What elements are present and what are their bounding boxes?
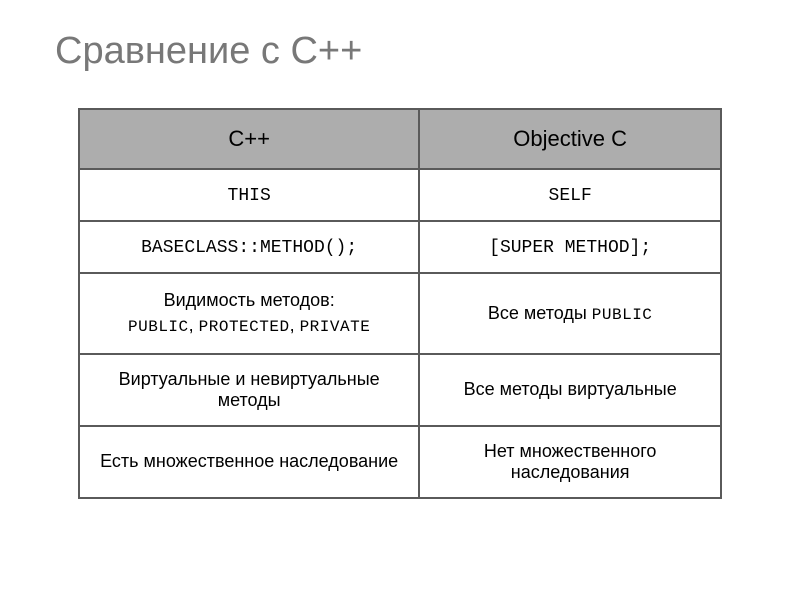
cell-all-public: Все методы PUBLIC [419,273,721,354]
keyword-protected: PROTECTED [199,318,290,336]
cell-virtual-methods: Виртуальные и невиртуальные методы [79,354,419,426]
keyword-public: PUBLIC [128,318,189,336]
cell-visibility: Видимость методов: PUBLIC, PROTECTED, PR… [79,273,419,354]
table-row: Есть множественное наследование Нет множ… [79,426,721,498]
cell-no-multiple-inheritance: Нет множественного наследования [419,426,721,498]
cell-text: Есть множественное наследование [100,451,398,471]
keyword-private: PRIVATE [300,318,371,336]
cell-this: THIS [79,169,419,221]
header-col2: Objective C [419,109,721,169]
table-header-row: C++ Objective C [79,109,721,169]
table-row: Видимость методов: PUBLIC, PROTECTED, PR… [79,273,721,354]
cell-text: Все методы виртуальные [464,379,677,399]
code-text: THIS [228,186,271,206]
table-row: Виртуальные и невиртуальные методы Все м… [79,354,721,426]
code-text: BASECLASS::METHOD(); [141,238,357,258]
visibility-label: Видимость методов: [164,290,335,310]
cell-text: Виртуальные и невиртуальные методы [119,369,380,410]
all-methods-text: Все методы [488,303,592,323]
cell-super-method: [SUPER METHOD]; [419,221,721,273]
table-row: THIS SELF [79,169,721,221]
keyword-public: PUBLIC [592,306,653,324]
cell-multiple-inheritance: Есть множественное наследование [79,426,419,498]
cell-text: Нет множественного наследования [484,441,657,482]
code-text: [SUPER METHOD]; [489,238,651,258]
slide-title: Сравнение с C++ [50,30,750,73]
comma: , [189,315,199,335]
table-row: BASECLASS::METHOD(); [SUPER METHOD]; [79,221,721,273]
comma: , [290,315,300,335]
cell-baseclass-method: BASECLASS::METHOD(); [79,221,419,273]
header-col1: C++ [79,109,419,169]
cell-self: SELF [419,169,721,221]
comparison-table: C++ Objective C THIS SELF BASECLASS::MET… [78,108,722,499]
cell-all-virtual: Все методы виртуальные [419,354,721,426]
code-text: SELF [549,186,592,206]
